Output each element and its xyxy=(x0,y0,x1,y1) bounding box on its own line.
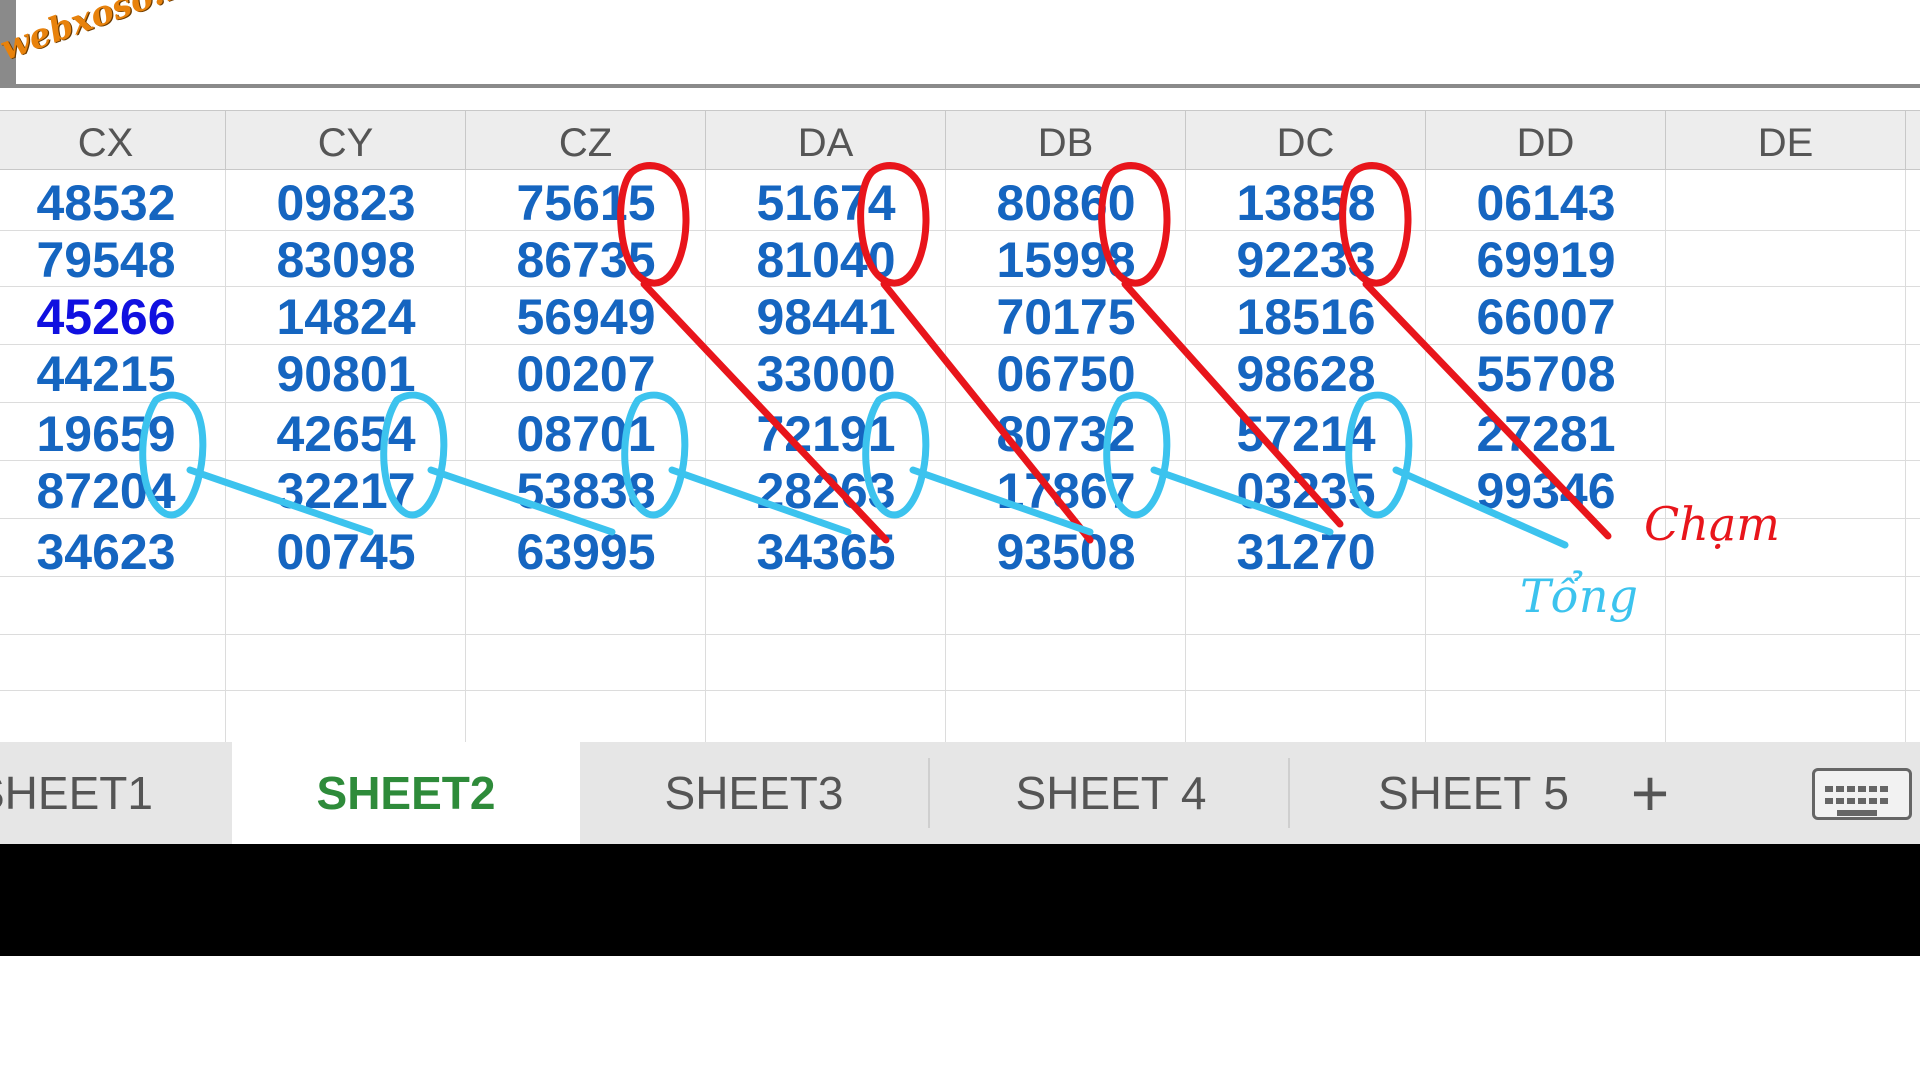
cell-da-1[interactable]: 51674 xyxy=(706,175,946,232)
top-toolbar: webxoso.net xyxy=(0,0,1920,88)
sheet-tab-bar: SHEET1SHEET2SHEET3SHEET 4SHEET 5 + xyxy=(0,742,1920,844)
cell-cy-3[interactable]: 14824 xyxy=(226,289,466,346)
keyboard-icon[interactable] xyxy=(1812,768,1912,820)
cell-dd-3[interactable]: 66007 xyxy=(1426,289,1666,346)
cell-cz-3[interactable]: 56949 xyxy=(466,289,706,346)
cell-cx-2[interactable]: 79548 xyxy=(0,232,226,289)
cell-db-3[interactable]: 70175 xyxy=(946,289,1186,346)
column-header-cx[interactable]: CX xyxy=(0,111,226,169)
grid-vline xyxy=(1905,170,1906,742)
cell-cz-6[interactable]: 53838 xyxy=(466,463,706,520)
cell-da-7[interactable]: 34365 xyxy=(706,524,946,581)
cell-cx-6[interactable]: 87204 xyxy=(0,463,226,520)
cell-dc-4[interactable]: 98628 xyxy=(1186,346,1426,403)
cell-da-2[interactable]: 81040 xyxy=(706,232,946,289)
column-header-db[interactable]: DB xyxy=(946,111,1186,169)
watermark-logo: webxoso.net xyxy=(0,0,228,69)
tab-separator xyxy=(1288,758,1290,828)
cell-cx-7[interactable]: 34623 xyxy=(0,524,226,581)
column-header-dd[interactable]: DD xyxy=(1426,111,1666,169)
cell-cy-4[interactable]: 90801 xyxy=(226,346,466,403)
cell-db-7[interactable]: 93508 xyxy=(946,524,1186,581)
tab-sheet-1[interactable]: SHEET1 xyxy=(0,742,232,844)
cell-cy-1[interactable]: 09823 xyxy=(226,175,466,232)
cell-cy-7[interactable]: 00745 xyxy=(226,524,466,581)
grid-hline xyxy=(0,634,1920,635)
cell-dd-1[interactable]: 06143 xyxy=(1426,175,1666,232)
cell-cy-2[interactable]: 83098 xyxy=(226,232,466,289)
cell-dc-2[interactable]: 92233 xyxy=(1186,232,1426,289)
column-header-row: CX CY CZ DA DB DC DD DE xyxy=(0,110,1920,170)
cell-db-2[interactable]: 15998 xyxy=(946,232,1186,289)
tab-separator xyxy=(928,758,930,828)
cell-da-4[interactable]: 33000 xyxy=(706,346,946,403)
cell-cz-5[interactable]: 08701 xyxy=(466,406,706,463)
cell-cx-5[interactable]: 19659 xyxy=(0,406,226,463)
cell-db-4[interactable]: 06750 xyxy=(946,346,1186,403)
cell-dc-6[interactable]: 03235 xyxy=(1186,463,1426,520)
cell-dd-2[interactable]: 69919 xyxy=(1426,232,1666,289)
cell-dc-5[interactable]: 57214 xyxy=(1186,406,1426,463)
cell-dd-4[interactable]: 55708 xyxy=(1426,346,1666,403)
cell-dd-5[interactable]: 27281 xyxy=(1426,406,1666,463)
cell-db-6[interactable]: 17867 xyxy=(946,463,1186,520)
cell-dc-3[interactable]: 18516 xyxy=(1186,289,1426,346)
cell-da-6[interactable]: 28263 xyxy=(706,463,946,520)
column-header-da[interactable]: DA xyxy=(706,111,946,169)
column-header-cy[interactable]: CY xyxy=(226,111,466,169)
cell-dc-1[interactable]: 13858 xyxy=(1186,175,1426,232)
cell-cx-4[interactable]: 44215 xyxy=(0,346,226,403)
toolbar-divider xyxy=(0,84,1920,88)
cell-cy-5[interactable]: 42654 xyxy=(226,406,466,463)
column-header-de[interactable]: DE xyxy=(1666,111,1906,169)
tab-sheet-3[interactable]: SHEET3 xyxy=(580,742,928,844)
tab-sheet-4[interactable]: SHEET 4 xyxy=(932,742,1290,844)
cell-cz-4[interactable]: 00207 xyxy=(466,346,706,403)
tab-sheet-5[interactable]: SHEET 5 xyxy=(1292,742,1610,844)
column-header-cz[interactable]: CZ xyxy=(466,111,706,169)
cell-area[interactable]: 48532 09823 75615 51674 80860 13858 06143 79548… xyxy=(0,170,1920,742)
add-sheet-button[interactable]: + xyxy=(1610,742,1690,844)
grid-hline xyxy=(0,690,1920,691)
cell-da-5[interactable]: 72191 xyxy=(706,406,946,463)
tab-sheet-2[interactable]: SHEET2 xyxy=(232,742,580,844)
cell-dc-7[interactable]: 31270 xyxy=(1186,524,1426,581)
cell-dd-6[interactable]: 99346 xyxy=(1426,463,1666,520)
cell-cx-1[interactable]: 48532 xyxy=(0,175,226,232)
cell-cx-3[interactable]: 45266 xyxy=(0,289,226,346)
cell-db-1[interactable]: 80860 xyxy=(946,175,1186,232)
cell-cz-7[interactable]: 63995 xyxy=(466,524,706,581)
system-navigation-bar xyxy=(0,844,1920,956)
spreadsheet-grid[interactable]: CX CY CZ DA DB DC DD DE 48532 09823 75615 51674 808… xyxy=(0,110,1920,742)
cell-da-3[interactable]: 98441 xyxy=(706,289,946,346)
cell-cy-6[interactable]: 32217 xyxy=(226,463,466,520)
cell-cz-1[interactable]: 75615 xyxy=(466,175,706,232)
cell-cz-2[interactable]: 86735 xyxy=(466,232,706,289)
column-header-dc[interactable]: DC xyxy=(1186,111,1426,169)
cell-db-5[interactable]: 80732 xyxy=(946,406,1186,463)
